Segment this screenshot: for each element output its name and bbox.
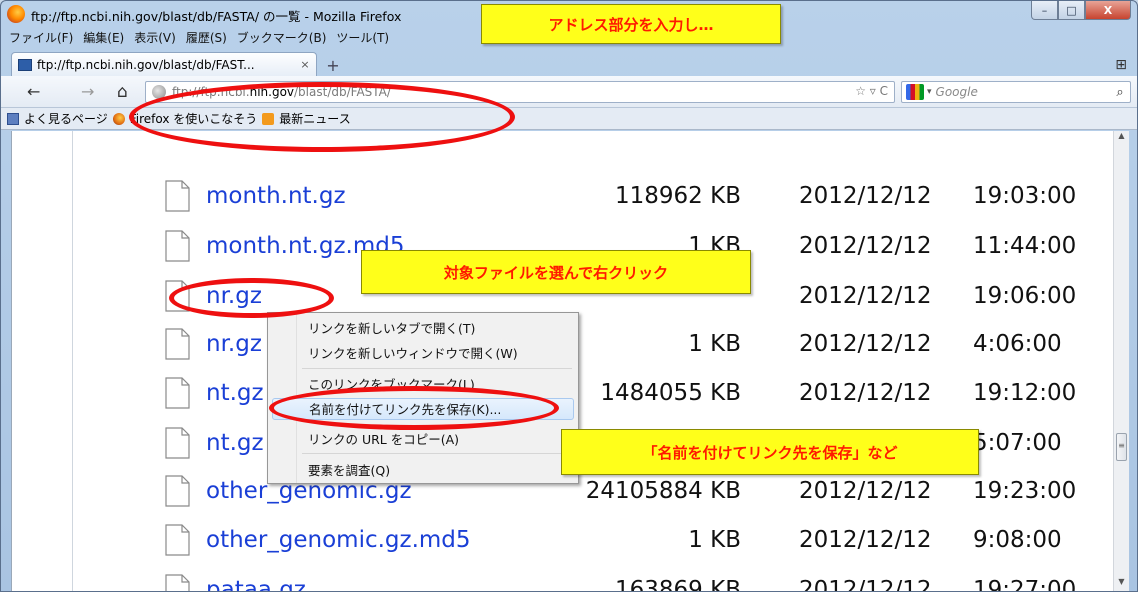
file-size: 1 KB <box>688 331 741 357</box>
file-time: 19:23:00 <box>973 478 1077 504</box>
firefox-logo-icon <box>7 5 25 23</box>
callout-address: アドレス部分を入力し… <box>481 4 781 44</box>
file-icon <box>165 427 190 459</box>
bookmark-folder-icon <box>7 112 19 125</box>
close-button[interactable]: X <box>1085 1 1131 20</box>
file-time: 5:07:00 <box>973 430 1062 456</box>
minimize-button[interactable]: – <box>1031 1 1058 20</box>
search-box[interactable]: ▾ Google ⌕ <box>901 81 1131 103</box>
google-icon[interactable] <box>906 84 924 100</box>
forward-button[interactable]: → <box>81 82 94 101</box>
file-date: 2012/12/12 <box>799 380 932 406</box>
monitor-icon <box>18 58 32 71</box>
tab-ftp-listing[interactable]: ftp://ftp.ncbi.nih.gov/blast/db/FAST... … <box>11 52 317 76</box>
file-size: 24105884 KB <box>585 478 741 504</box>
file-row: other_genomic.gz.md5 1 KB 2012/12/12 9:0… <box>73 521 1113 561</box>
menu-tools[interactable]: ツール(T) <box>336 29 389 46</box>
scroll-thumb[interactable]: ≡ <box>1116 433 1127 461</box>
file-link[interactable]: nr.gz <box>206 331 262 357</box>
file-date: 2012/12/12 <box>799 527 932 553</box>
ctx-separator <box>302 453 572 454</box>
search-go-icon[interactable]: ⌕ <box>1110 85 1130 100</box>
file-date: 2012/12/12 <box>799 233 932 259</box>
callout-select-file: 対象ファイルを選んで右クリック <box>361 250 751 294</box>
menu-file[interactable]: ファイル(F) <box>9 29 73 46</box>
file-row: other_genomic.gz 24105884 KB 2012/12/12 … <box>73 472 1113 512</box>
vertical-scrollbar[interactable]: ▲ ≡ ▼ <box>1113 131 1129 591</box>
file-time: 19:27:00 <box>973 577 1077 592</box>
file-icon <box>165 574 190 591</box>
bookmark-most-visited[interactable]: よく見るページ <box>24 110 108 127</box>
file-size: 1484055 KB <box>600 380 741 406</box>
file-time: 9:08:00 <box>973 527 1062 553</box>
ctx-inspect-element[interactable]: 要素を調査(Q) <box>308 460 390 479</box>
tab-strip: ftp://ftp.ncbi.nih.gov/blast/db/FAST... … <box>1 48 1137 76</box>
file-date: 2012/12/12 <box>799 283 932 309</box>
back-button[interactable]: ← <box>27 82 40 101</box>
ctx-copy-link-url[interactable]: リンクの URL をコピー(A) <box>308 429 459 448</box>
file-link[interactable]: month.nt.gz <box>206 183 346 209</box>
file-size: 118962 KB <box>615 183 741 209</box>
firefox-bookmark-icon <box>112 112 125 125</box>
file-date: 2012/12/12 <box>799 183 932 209</box>
file-icon <box>165 524 190 556</box>
ctx-open-in-new-tab[interactable]: リンクを新しいタブで開く(T) <box>308 318 475 337</box>
search-input[interactable]: Google <box>936 85 1110 99</box>
firefox-window: ftp://ftp.ncbi.nih.gov/blast/db/FASTA/ の… <box>0 0 1138 592</box>
file-date: 2012/12/12 <box>799 478 932 504</box>
file-icon <box>165 328 190 360</box>
file-date: 2012/12/12 <box>799 577 932 592</box>
highlight-ellipse-menu-item <box>269 386 559 430</box>
home-button[interactable]: ⌂ <box>117 82 128 102</box>
menu-view[interactable]: 表示(V) <box>134 29 176 46</box>
url-tools[interactable]: ☆ ▿ C <box>855 84 888 98</box>
file-icon <box>165 180 190 212</box>
file-icon <box>165 230 190 262</box>
menu-bookmarks[interactable]: ブックマーク(B) <box>237 29 327 46</box>
file-icon <box>165 377 190 409</box>
file-row: pataa.gz 163869 KB 2012/12/12 19:27:00 <box>73 571 1113 592</box>
file-time: 19:03:00 <box>973 183 1077 209</box>
file-time: 19:06:00 <box>973 283 1077 309</box>
file-date: 2012/12/12 <box>799 331 932 357</box>
ctx-separator <box>302 368 572 369</box>
file-row: nt.gz 1484055 KB 2012/12/12 19:12:00 <box>73 374 1113 414</box>
file-row: month.nt.gz 118962 KB 2012/12/12 19:03:0… <box>73 177 1113 217</box>
file-link[interactable]: other_genomic.gz.md5 <box>206 527 471 553</box>
file-link[interactable]: pataa.gz <box>206 577 306 591</box>
file-time: 4:06:00 <box>973 331 1062 357</box>
file-link[interactable]: nt.gz <box>206 430 264 456</box>
scroll-up-icon[interactable]: ▲ <box>1114 131 1129 147</box>
menu-edit[interactable]: 編集(E) <box>83 29 124 46</box>
file-time: 11:44:00 <box>973 233 1077 259</box>
window-title: ftp://ftp.ncbi.nih.gov/blast/db/FASTA/ の… <box>31 9 402 24</box>
callout-save-link: 「名前を付けてリンク先を保存」など <box>561 429 979 475</box>
file-size: 163869 KB <box>615 577 741 592</box>
maximize-button[interactable]: □ <box>1058 1 1085 20</box>
tab-groups-icon[interactable]: ⊞ <box>1115 57 1127 73</box>
tab-close-icon[interactable]: × <box>298 58 312 71</box>
file-size: 1 KB <box>688 527 741 553</box>
file-link[interactable]: nt.gz <box>206 380 264 406</box>
highlight-ellipse-file <box>169 278 334 318</box>
file-row: nr.gz 1 KB 2012/12/12 4:06:00 <box>73 325 1113 365</box>
window-controls: – □ X <box>1031 1 1131 21</box>
search-engine-dropdown-icon[interactable]: ▾ <box>927 87 932 97</box>
ctx-open-in-new-window[interactable]: リンクを新しいウィンドウで開く(W) <box>308 343 518 362</box>
scroll-down-icon[interactable]: ▼ <box>1114 577 1129 591</box>
new-tab-button[interactable]: + <box>323 57 343 75</box>
tab-label: ftp://ftp.ncbi.nih.gov/blast/db/FAST... <box>37 57 255 72</box>
highlight-ellipse-address <box>129 82 515 152</box>
menu-history[interactable]: 履歴(S) <box>186 29 227 46</box>
directory-listing: month.nt.gz 118962 KB 2012/12/12 19:03:0… <box>72 131 1114 592</box>
file-icon <box>165 475 190 507</box>
file-time: 19:12:00 <box>973 380 1077 406</box>
